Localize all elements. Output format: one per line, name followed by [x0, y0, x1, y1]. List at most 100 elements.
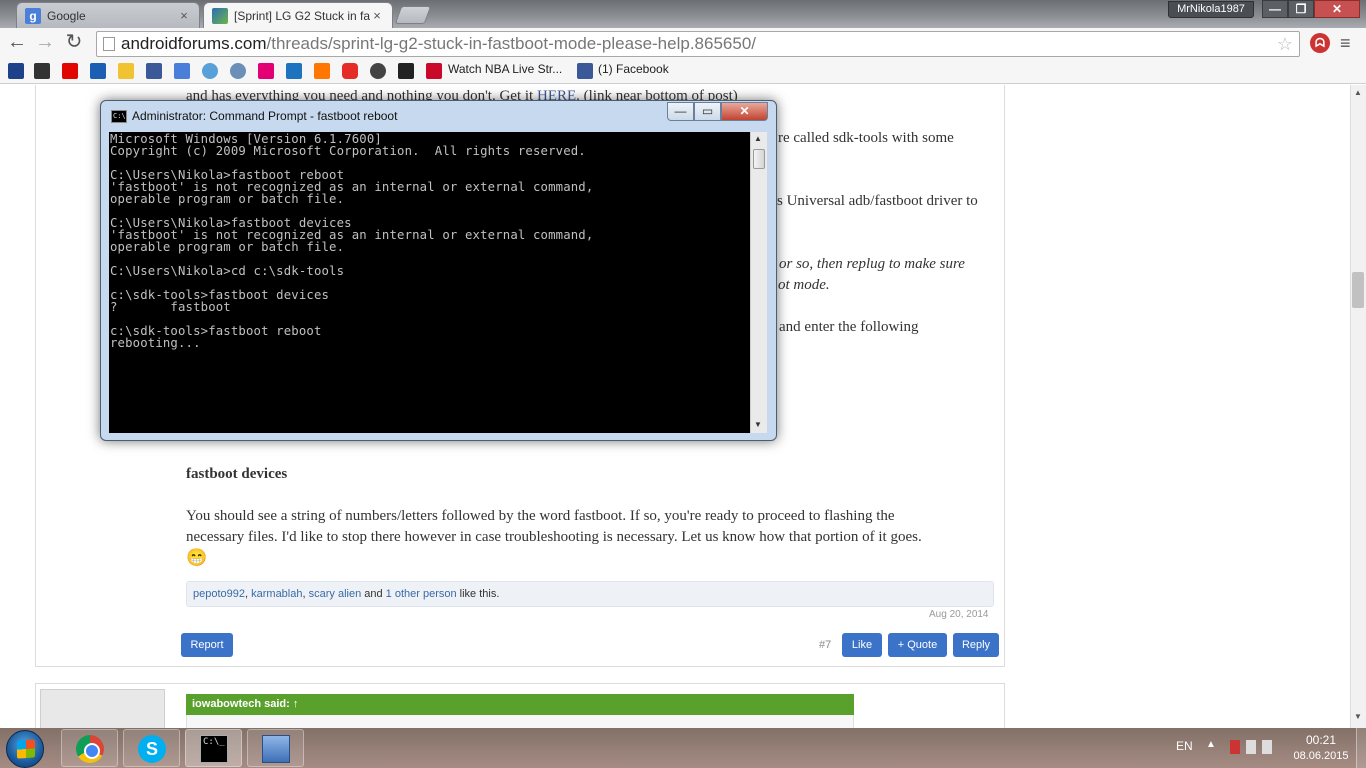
- report-button[interactable]: Report: [181, 633, 233, 657]
- cmd-output: Microsoft Windows [Version 6.1.7600] Copy…: [110, 133, 593, 349]
- cmd-minimize-button[interactable]: —: [667, 102, 694, 121]
- command-prompt-window[interactable]: C:\ Administrator: Command Prompt - fast…: [100, 100, 777, 441]
- taskbar-network[interactable]: [247, 729, 304, 767]
- liker-link[interactable]: scary alien: [309, 588, 362, 600]
- cmd-scroll-down-icon[interactable]: ▼: [754, 420, 762, 429]
- scroll-up-icon[interactable]: ▲: [1354, 88, 1362, 97]
- tab-google[interactable]: g Google ×: [16, 2, 200, 28]
- tv-icon[interactable]: [118, 63, 134, 79]
- clock-time[interactable]: 00:21: [1284, 733, 1358, 747]
- post-line-4: or so, then replug to make sure: [779, 256, 965, 272]
- tray-expand-icon[interactable]: ▲: [1206, 739, 1216, 750]
- new-tab-button[interactable]: [394, 6, 432, 24]
- post-date[interactable]: Aug 20, 2014: [929, 609, 989, 620]
- youtube-icon[interactable]: [342, 63, 358, 79]
- quote-header[interactable]: iowabowtech said: ↑: [186, 694, 854, 715]
- forward-button[interactable]: →: [34, 32, 56, 54]
- facebook-bookmark-icon[interactable]: [577, 63, 593, 79]
- nba-watch-icon[interactable]: [426, 63, 442, 79]
- profile-button[interactable]: MrNikola1987: [1168, 1, 1254, 18]
- cmd-line: operable program or batch file.: [110, 240, 345, 254]
- likes-bar: pepoto992, karmablah, scary alien and 1 …: [186, 581, 994, 607]
- liker-link[interactable]: pepoto992: [193, 588, 245, 600]
- cmd-icon: C:\_: [200, 735, 228, 763]
- skype-icon: S: [138, 735, 166, 763]
- cmd-scrollbar[interactable]: ▲ ▼: [750, 132, 767, 433]
- scroll-down-icon[interactable]: ▼: [1354, 712, 1362, 721]
- volume-icon[interactable]: [1262, 740, 1272, 754]
- cmd-window-icon[interactable]: C:\: [111, 110, 127, 123]
- chrome-icon: [76, 735, 104, 763]
- cmd-line: C:\Users\Nikola>cd c:\sdk-tools: [110, 264, 345, 278]
- cmd-line: rebooting...: [110, 336, 201, 350]
- show-desktop-button[interactable]: [1356, 728, 1366, 768]
- chrome-menu-icon[interactable]: ≡: [1340, 34, 1351, 52]
- address-bar[interactable]: androidforums.com/threads/sprint-lg-g2-s…: [96, 31, 1300, 57]
- tab-sprint-lg-g2[interactable]: [Sprint] LG G2 Stuck in fas ×: [203, 2, 393, 28]
- cmd-line: Copyright (c) 2009 Microsoft Corporation…: [110, 144, 586, 158]
- cmd-close-button[interactable]: ✕: [721, 102, 768, 121]
- post-line-3: s Universal adb/fastboot driver to: [777, 193, 978, 209]
- like-button[interactable]: Like: [842, 633, 882, 657]
- cmd-maximize-button[interactable]: ▭: [694, 102, 721, 121]
- network-icon[interactable]: [1246, 740, 1256, 754]
- tab-close-icon[interactable]: ×: [177, 8, 191, 23]
- feather-icon[interactable]: [202, 63, 218, 79]
- cmd-console[interactable]: Microsoft Windows [Version 6.1.7600] Copy…: [109, 132, 750, 433]
- tab-close-icon[interactable]: ×: [370, 8, 384, 23]
- tray-app-icon[interactable]: [1230, 740, 1240, 754]
- post-number[interactable]: #7: [819, 639, 831, 651]
- clock-date[interactable]: 08.06.2015: [1284, 750, 1358, 762]
- window-minimize-button[interactable]: —: [1262, 0, 1288, 18]
- tab-title: [Sprint] LG G2 Stuck in fas: [234, 8, 370, 23]
- taskbar-chrome[interactable]: [61, 729, 118, 767]
- extension-icon[interactable]: ᗣ: [1310, 33, 1330, 53]
- tab-strip: g Google × [Sprint] LG G2 Stuck in fas ×…: [0, 0, 1366, 28]
- telekom-icon[interactable]: [258, 63, 274, 79]
- f1-alt-icon[interactable]: [90, 63, 106, 79]
- puma-icon[interactable]: [34, 63, 50, 79]
- window-maximize-button[interactable]: ❐: [1288, 0, 1314, 18]
- cmd-scroll-up-icon[interactable]: ▲: [754, 134, 762, 143]
- bookmark-star-icon[interactable]: ☆: [1277, 32, 1293, 56]
- nba-icon[interactable]: [8, 63, 24, 79]
- page-scrollbar[interactable]: [1350, 85, 1366, 728]
- bookmark-facebook[interactable]: (1) Facebook: [598, 62, 669, 76]
- taskbar-skype[interactable]: S: [123, 729, 180, 767]
- cmd-window-title: Administrator: Command Prompt - fastboot…: [132, 109, 398, 123]
- window-close-button[interactable]: ✕: [1314, 0, 1360, 18]
- disc-icon[interactable]: [230, 63, 246, 79]
- google-plus-icon[interactable]: [174, 63, 190, 79]
- start-button[interactable]: [6, 730, 44, 768]
- reload-button[interactable]: ↻: [63, 32, 85, 54]
- post-paragraph-2: necessary files. I'd like to stop there …: [186, 529, 922, 545]
- bookmark-watch-nba[interactable]: Watch NBA Live Str...: [448, 62, 562, 76]
- browser-toolbar: ← → ↻ androidforums.com/threads/sprint-l…: [0, 28, 1366, 58]
- head-icon[interactable]: [370, 63, 386, 79]
- dt-icon[interactable]: [286, 63, 302, 79]
- cmd-line: ? fastboot: [110, 300, 231, 314]
- facebook-icon[interactable]: [146, 63, 162, 79]
- taskbar-cmd[interactable]: C:\_: [185, 729, 242, 767]
- page-scroll-thumb[interactable]: [1352, 272, 1364, 308]
- language-indicator[interactable]: EN: [1176, 739, 1193, 753]
- f1-icon[interactable]: [62, 63, 78, 79]
- google-favicon-icon: g: [25, 7, 41, 24]
- bookmarks-bar: Watch NBA Live Str... (1) Facebook: [0, 58, 1366, 84]
- cmd-scroll-thumb[interactable]: [753, 149, 765, 169]
- command-heading: fastboot devices: [186, 466, 288, 482]
- cmd-titlebar[interactable]: C:\ Administrator: Command Prompt - fast…: [101, 101, 776, 132]
- other-likers-link[interactable]: 1 other person: [386, 588, 457, 600]
- cmd-line: operable program or batch file.: [110, 192, 345, 206]
- disk-icon[interactable]: [398, 63, 414, 79]
- url-host: androidforums.com: [121, 34, 267, 53]
- soundcloud-icon[interactable]: [314, 63, 330, 79]
- url-path: /threads/sprint-lg-g2-stuck-in-fastboot-…: [266, 34, 756, 53]
- liker-link[interactable]: karmablah: [251, 588, 302, 600]
- reply-button[interactable]: Reply: [953, 633, 999, 657]
- avatar[interactable]: [40, 689, 165, 728]
- post-paragraph-1: You should see a string of numbers/lette…: [186, 508, 895, 524]
- tray-icons: [1230, 740, 1274, 754]
- back-button[interactable]: ←: [6, 32, 28, 54]
- quote-button[interactable]: + Quote: [888, 633, 947, 657]
